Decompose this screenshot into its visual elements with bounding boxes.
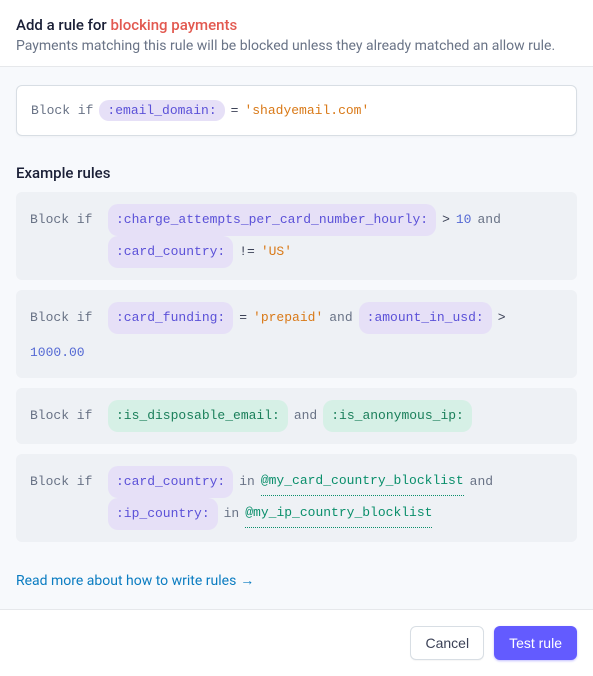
bool-pill: :is_disposable_email: — [108, 400, 288, 432]
keyword-and: and — [329, 305, 352, 331]
operator-gt: > — [498, 305, 506, 331]
link-label: Read more about how to write rules — [16, 573, 236, 589]
field-pill: :amount_in_usd: — [359, 302, 492, 334]
rule-prefix: Block if — [30, 469, 102, 495]
number-literal: 1000.00 — [30, 340, 85, 366]
number-literal: 10 — [456, 207, 472, 233]
dialog-subtitle: Payments matching this rule will be bloc… — [16, 38, 577, 54]
rule-input[interactable]: Block if :email_domain: = 'shadyemail.co… — [16, 85, 577, 136]
dialog-title: Add a rule for blocking payments — [16, 16, 577, 34]
example-rule: Block if :is_disposable_email: and :is_a… — [16, 388, 577, 444]
cancel-button[interactable]: Cancel — [410, 626, 484, 660]
test-rule-button[interactable]: Test rule — [494, 626, 577, 660]
keyword-and: and — [477, 207, 500, 233]
field-pill: :card_country: — [108, 236, 233, 268]
title-accent: blocking payments — [110, 16, 237, 34]
rule-prefix: Block if — [30, 305, 102, 331]
example-rule: Block if :card_funding: = 'prepaid' and … — [16, 290, 577, 378]
read-more-link[interactable]: Read more about how to write rules → — [16, 572, 254, 589]
field-pill: :card_country: — [108, 466, 233, 498]
title-prefix: Add a rule for — [16, 16, 110, 34]
keyword-in: in — [224, 501, 240, 527]
example-rule: Block if :charge_attempts_per_card_numbe… — [16, 192, 577, 280]
examples-heading: Example rules — [16, 164, 577, 182]
keyword-in: in — [239, 469, 255, 495]
field-pill: :ip_country: — [108, 498, 218, 530]
operator-gt: > — [442, 207, 450, 233]
keyword-and: and — [470, 469, 493, 495]
list-reference: @my_ip_country_blocklist — [245, 500, 432, 528]
string-value: 'shadyemail.com' — [244, 103, 369, 118]
field-pill: :card_funding: — [108, 302, 233, 334]
rule-prefix: Block if — [31, 103, 93, 118]
field-pill: :charge_attempts_per_card_number_hourly: — [108, 204, 436, 236]
string-literal: 'prepaid' — [253, 305, 323, 331]
arrow-right-icon: → — [240, 572, 254, 589]
operator-equals: = — [231, 103, 239, 118]
operator-equals: = — [239, 305, 247, 331]
list-reference: @my_card_country_blocklist — [261, 468, 464, 496]
rule-prefix: Block if — [30, 207, 102, 233]
operator-neq: != — [239, 239, 255, 265]
keyword-and: and — [294, 403, 317, 429]
string-literal: 'US' — [261, 239, 292, 265]
field-pill-email-domain: :email_domain: — [99, 100, 224, 121]
rule-prefix: Block if — [30, 403, 102, 429]
example-rule: Block if :card_country: in @my_card_coun… — [16, 454, 577, 542]
bool-pill: :is_anonymous_ip: — [323, 400, 472, 432]
